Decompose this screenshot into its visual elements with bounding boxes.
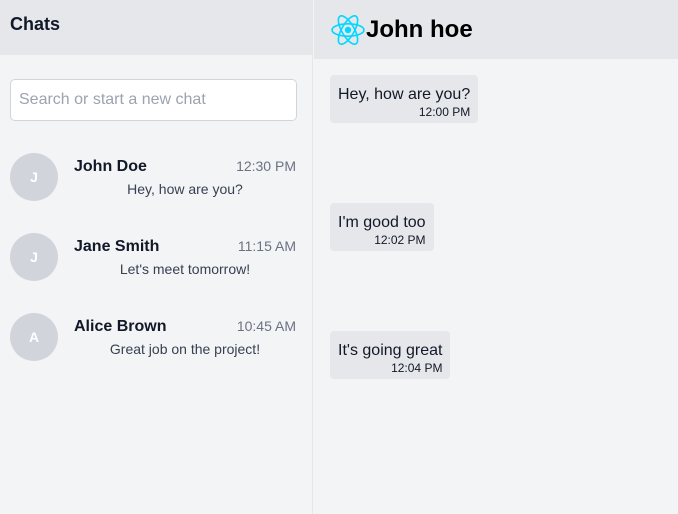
search-input[interactable] (10, 79, 297, 121)
chat-name: Alice Brown (74, 318, 167, 335)
chat-time: 12:30 PM (236, 158, 296, 174)
conversation-panel: John hoe Hey, how are you? 12:00 PM I'm … (314, 0, 678, 514)
avatar: A (10, 313, 58, 361)
message-text: Hey, how are you? (338, 86, 471, 103)
message-bubble: I'm good too 12:02 PM (330, 203, 434, 251)
chat-time: 11:15 AM (237, 238, 296, 254)
chat-preview: Let's meet tomorrow! (119, 261, 251, 277)
message-bubble: It's going great 12:04 PM (330, 331, 451, 379)
message-time: 12:02 PM (374, 233, 426, 247)
message-bubble: Hey, how are you? 12:00 PM (330, 75, 479, 123)
chat-list-item-jane-smith[interactable]: J Jane Smith 11:15 AM Let's meet tomorro… (10, 233, 296, 281)
react-logo-icon (331, 14, 365, 45)
message-time: 12:04 PM (391, 361, 443, 375)
chat-list: J John Doe 12:30 PM Hey, how are you? J … (0, 153, 312, 361)
sidebar-header: Chats (0, 0, 312, 55)
chat-time: 10:45 AM (236, 318, 296, 334)
contact-name: John hoe (366, 15, 473, 43)
message-text: It's going great (338, 342, 443, 359)
chat-preview: Great job on the project! (109, 341, 261, 357)
sidebar-title: Chats (10, 14, 61, 34)
chat-sidebar: Chats J John Doe 12:30 PM Hey, how are y… (0, 0, 313, 514)
chat-name: Jane Smith (74, 238, 160, 255)
search-container (0, 55, 312, 121)
avatar: J (10, 233, 58, 281)
avatar: J (10, 153, 58, 201)
message-text: I'm good too (338, 214, 426, 231)
chat-name: John Doe (74, 158, 147, 175)
message-time: 12:00 PM (418, 105, 471, 119)
chat-list-item-john-doe[interactable]: J John Doe 12:30 PM Hey, how are you? (10, 153, 296, 201)
conversation-header: John hoe (314, 0, 678, 59)
chat-preview: Hey, how are you? (127, 181, 243, 197)
chat-list-item-alice-brown[interactable]: A Alice Brown 10:45 AM Great job on the … (10, 313, 296, 361)
